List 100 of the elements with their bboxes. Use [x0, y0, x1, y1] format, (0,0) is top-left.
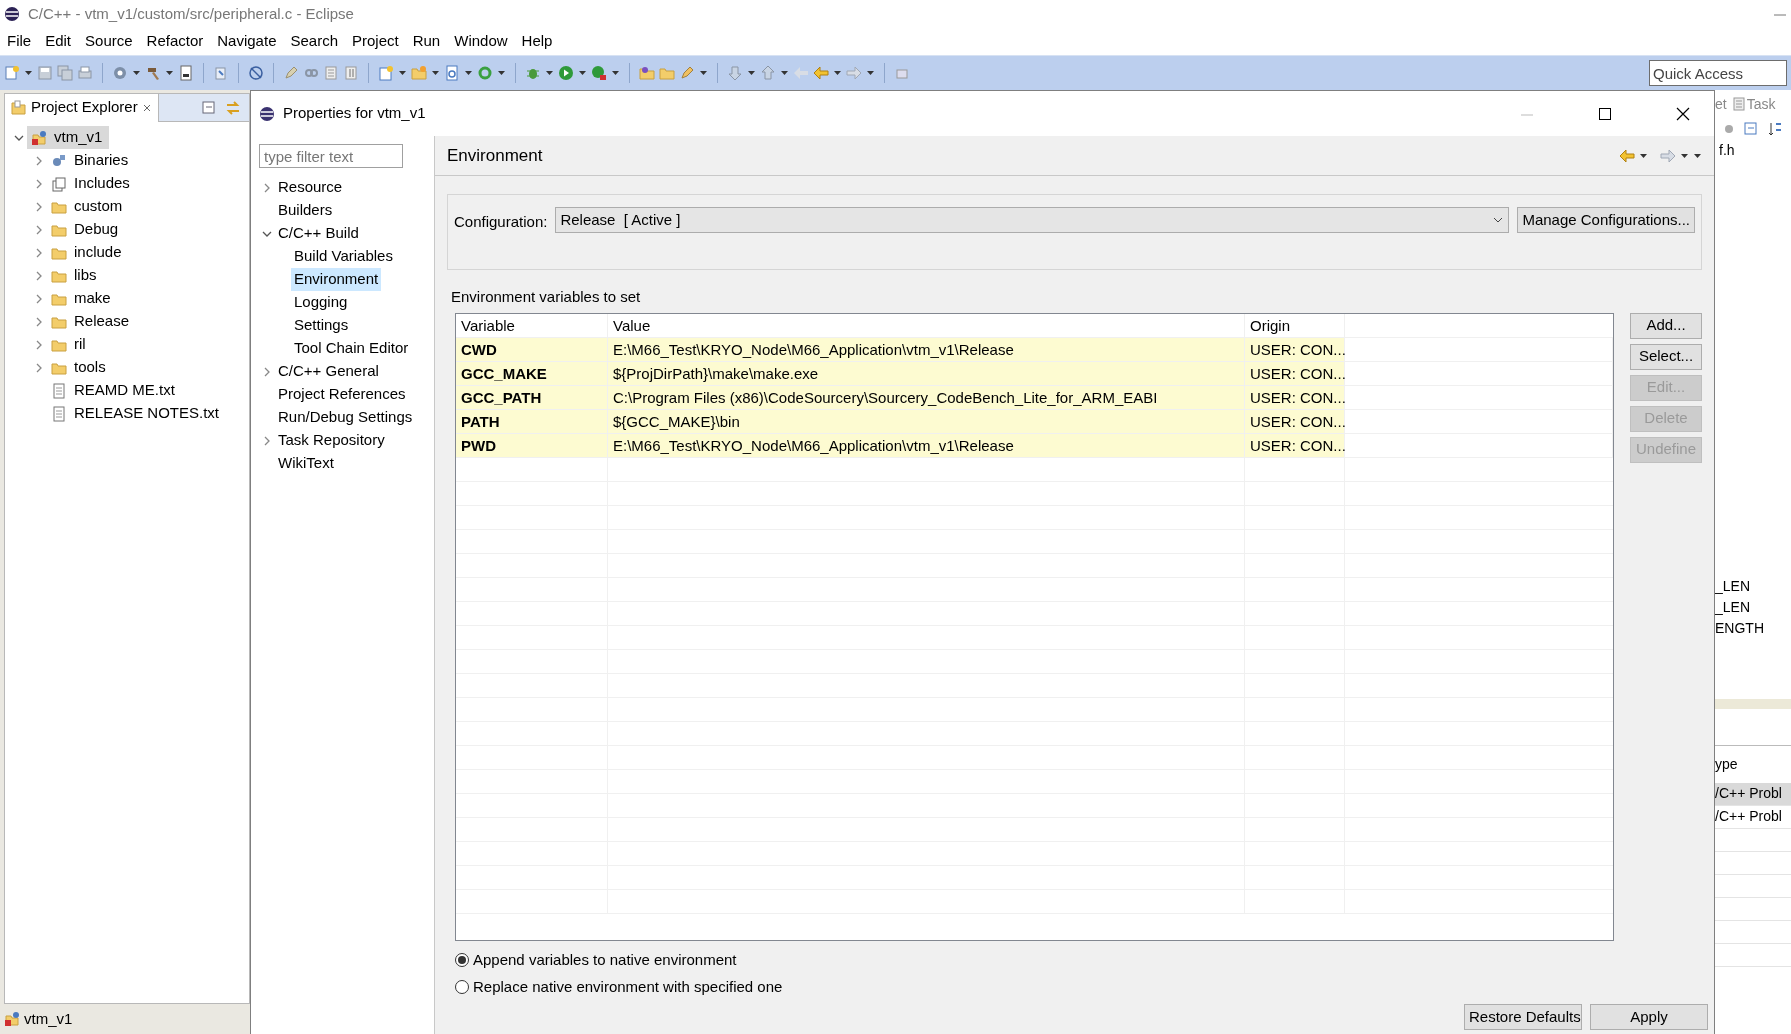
- tree-item[interactable]: RELEASE NOTES.txt: [71, 402, 223, 425]
- close-icon[interactable]: [1676, 106, 1690, 121]
- table-cell[interactable]: /C++ Probl: [1715, 783, 1791, 806]
- table-cell[interactable]: /C++ Probl: [1715, 806, 1791, 829]
- tree-item[interactable]: Environment: [291, 268, 382, 291]
- collapse-all-icon[interactable]: [1743, 121, 1759, 137]
- radio-label[interactable]: Replace native environment with specified one: [473, 975, 783, 998]
- table-cell: PATH: [456, 409, 608, 433]
- tree-item[interactable]: Release: [71, 310, 133, 333]
- radio-button[interactable]: [455, 953, 469, 968]
- tree-item[interactable]: custom: [71, 195, 126, 218]
- page-title: Environment: [447, 144, 543, 167]
- tree-item[interactable]: libs: [71, 264, 100, 287]
- tree-item[interactable]: Logging: [291, 291, 351, 314]
- tree-item[interactable]: Includes: [71, 172, 133, 195]
- tab-label[interactable]: et: [1715, 93, 1727, 115]
- tree-item[interactable]: include: [71, 241, 125, 264]
- restore-defaults-button[interactable]: Restore Defaults: [1464, 1004, 1582, 1030]
- table-cell: USER: CON...: [1245, 433, 1345, 457]
- view-tab[interactable]: Project Explorer: [5, 93, 159, 122]
- open-folder-icon[interactable]: [639, 65, 655, 81]
- menu-item[interactable]: Search: [283, 30, 345, 53]
- paragraph-icon[interactable]: [343, 65, 359, 81]
- outline-item[interactable]: ENGTH: [1715, 618, 1791, 639]
- menu-item[interactable]: Refactor: [139, 30, 211, 53]
- menu-item[interactable]: Project: [345, 30, 406, 53]
- radio-label[interactable]: Append variables to native environment: [473, 949, 737, 972]
- outline-item[interactable]: _LEN: [1715, 597, 1791, 618]
- tree-item[interactable]: C/C++ General: [275, 360, 382, 383]
- collapse-all-icon[interactable]: [201, 99, 217, 116]
- manage-configurations-button[interactable]: Manage Configurations...: [1517, 207, 1695, 233]
- filter-field[interactable]: type filter text: [259, 144, 403, 168]
- caret-icon[interactable]: [1680, 151, 1689, 160]
- caret-icon[interactable]: [611, 69, 620, 77]
- tree-item[interactable]: Resource: [275, 176, 346, 199]
- tree-item[interactable]: WikiText: [275, 452, 337, 475]
- radio-button[interactable]: [455, 979, 469, 994]
- table-cell: GCC_MAKE: [456, 361, 608, 385]
- action-button[interactable]: Add...: [1630, 312, 1702, 339]
- caret-icon[interactable]: [699, 69, 708, 77]
- tree-item[interactable]: tools: [71, 356, 109, 379]
- table-cell: CWD: [456, 337, 608, 361]
- outline-item[interactable]: f.h: [1715, 140, 1791, 161]
- tree-item[interactable]: Build Variables: [291, 245, 396, 268]
- menu-item[interactable]: Edit: [38, 30, 79, 53]
- tree-item[interactable]: Debug: [71, 218, 122, 241]
- menu-item[interactable]: Help: [514, 30, 560, 53]
- menu-item[interactable]: Navigate: [210, 30, 284, 53]
- caret-icon[interactable]: [545, 69, 554, 77]
- caret-icon[interactable]: [398, 69, 407, 77]
- column-header: Value: [608, 313, 1245, 337]
- caret-icon[interactable]: [747, 69, 756, 77]
- view-menu-icon[interactable]: [1693, 151, 1702, 160]
- caret-icon[interactable]: [464, 69, 473, 77]
- menu-item[interactable]: Window: [447, 30, 515, 53]
- maximize-icon[interactable]: [1598, 106, 1612, 121]
- caret-icon[interactable]: [780, 69, 789, 77]
- folder-icon: [11, 99, 27, 116]
- caret-icon[interactable]: [132, 69, 141, 77]
- tree-item[interactable]: Project References: [275, 383, 409, 406]
- caret-icon[interactable]: [833, 69, 842, 77]
- outline-item[interactable]: _LEN: [1715, 576, 1791, 597]
- tree-item[interactable]: Task Repository: [275, 429, 388, 452]
- apply-button[interactable]: Apply: [1590, 1004, 1708, 1030]
- menu-item[interactable]: Run: [405, 30, 448, 53]
- page-icon[interactable]: [323, 65, 339, 81]
- binary-file-icon[interactable]: [178, 65, 194, 81]
- caret-icon[interactable]: [578, 69, 587, 77]
- menu-item[interactable]: File: [0, 30, 39, 53]
- caret-icon[interactable]: [866, 69, 875, 77]
- caret-icon[interactable]: [1639, 151, 1648, 160]
- configuration-dropdown[interactable]: Release [ Active ]: [555, 207, 1510, 233]
- tab-label[interactable]: Task: [1746, 93, 1776, 115]
- menu-item[interactable]: Source: [78, 30, 140, 53]
- tree-item[interactable]: Settings: [291, 314, 352, 337]
- pen-icon[interactable]: [283, 65, 299, 81]
- tree-item[interactable]: ril: [71, 333, 89, 356]
- caret-icon[interactable]: [165, 69, 174, 77]
- marker-pen-icon[interactable]: [679, 65, 695, 81]
- table-cell: C:\Program Files (x86)\CodeSourcery\Sourcery_CodeBench_Lite_for_ARM_EABI: [608, 385, 1245, 409]
- tree-item[interactable]: make: [71, 287, 114, 310]
- tree-item[interactable]: Builders: [275, 199, 336, 222]
- caret-icon[interactable]: [24, 69, 33, 77]
- column-header: Origin: [1245, 313, 1345, 337]
- tree-item[interactable]: REAMD ME.txt: [71, 379, 178, 402]
- link-arrows-icon[interactable]: [225, 99, 241, 116]
- tree-item[interactable]: Tool Chain Editor: [291, 337, 412, 360]
- action-button[interactable]: Select...: [1630, 343, 1702, 370]
- printer-icon[interactable]: [77, 65, 93, 81]
- play-icon[interactable]: [558, 65, 574, 81]
- c-file-icon[interactable]: [444, 65, 460, 81]
- tree-item[interactable]: Binaries: [71, 149, 132, 172]
- caret-icon[interactable]: [431, 69, 440, 77]
- table-cell: USER: CON...: [1245, 361, 1345, 385]
- hammer-icon[interactable]: [145, 65, 161, 81]
- quick-access-field[interactable]: Quick Access: [1649, 60, 1787, 86]
- tree-item[interactable]: C/C++ Build: [275, 222, 362, 245]
- sort-icon[interactable]: [1767, 121, 1783, 137]
- tree-item[interactable]: Run/Debug Settings: [275, 406, 416, 429]
- caret-icon[interactable]: [497, 69, 506, 77]
